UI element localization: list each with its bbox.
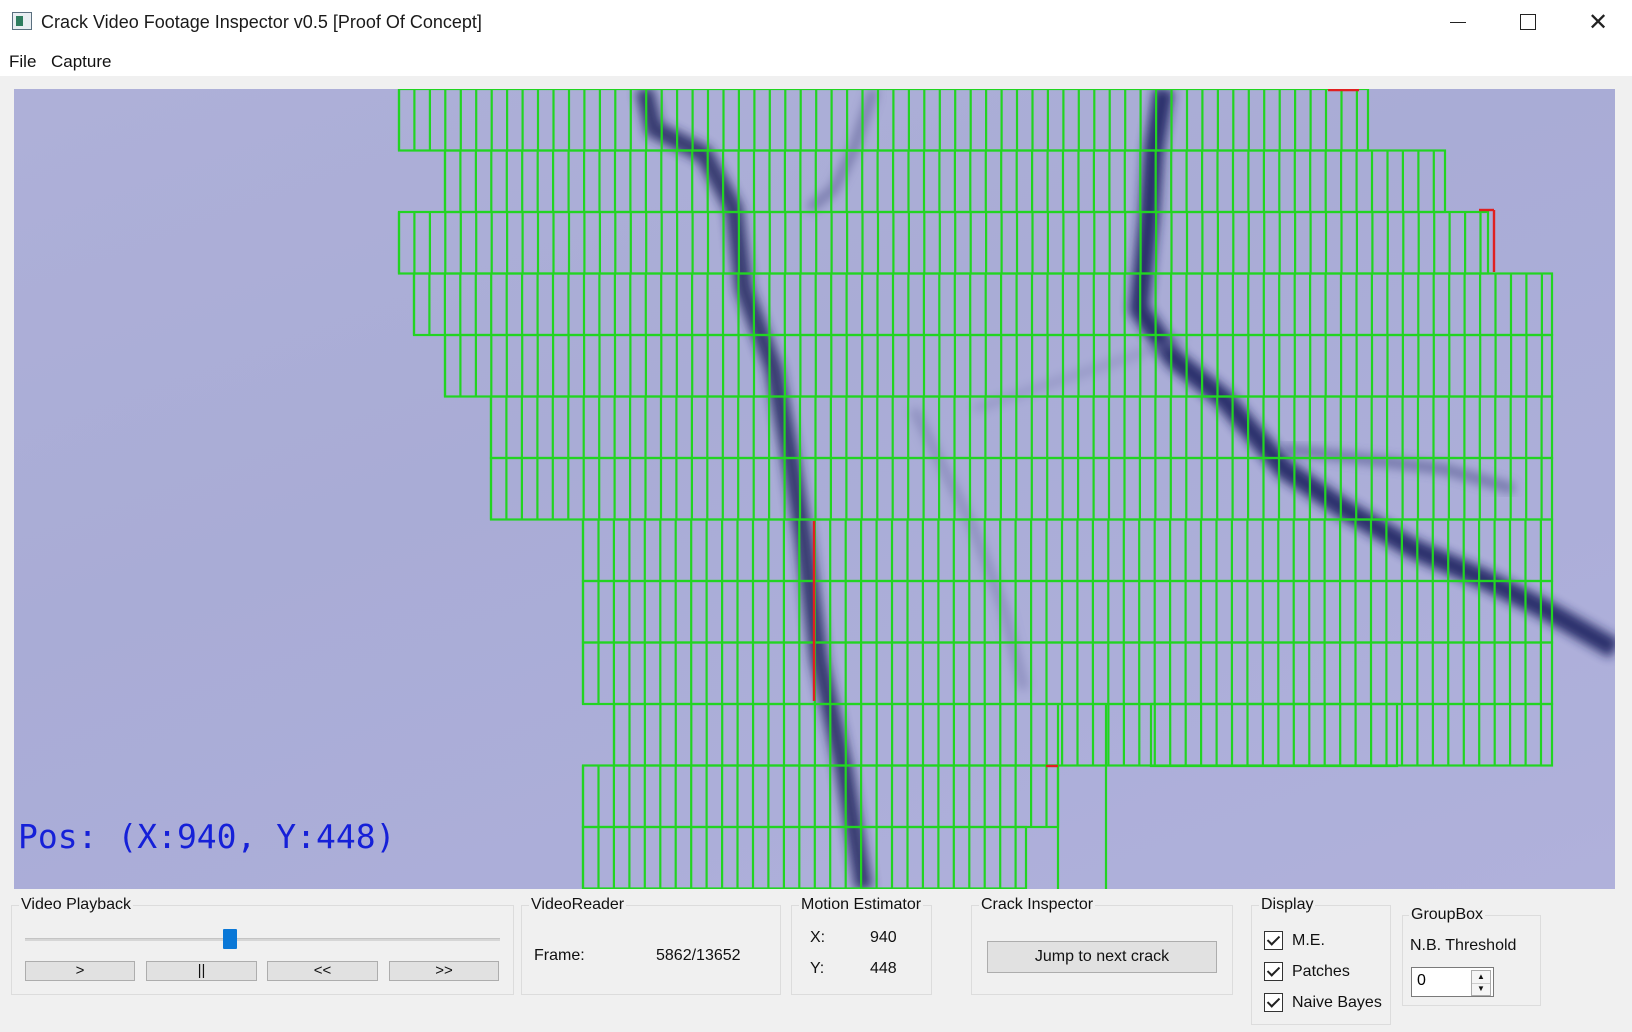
video-overlay [397,89,1615,889]
motion-estimator-title: Motion Estimator [799,896,924,914]
me-checkbox[interactable] [1264,931,1283,950]
y-label: Y: [810,960,825,977]
play-button[interactable]: > [25,961,135,981]
x-label: X: [810,929,826,946]
forward-button[interactable]: >> [389,961,499,981]
threshold-label: N.B. Threshold [1410,937,1517,954]
maximize-button[interactable] [1493,0,1563,44]
menu-file[interactable]: File [9,52,36,72]
me-label: M.E. [1292,932,1325,949]
groupbox-title: GroupBox [1409,906,1486,924]
crack-lines [635,89,1615,889]
title-bar: Crack Video Footage Inspector v0.5 [Proo… [0,0,1632,44]
close-button[interactable]: ✕ [1563,0,1632,44]
position-overlay: Pos: (X:940, Y:448) [18,817,396,856]
patches-checkbox[interactable] [1264,962,1283,981]
menu-capture[interactable]: Capture [51,52,111,72]
motion-estimator-group [791,905,932,995]
minimize-button[interactable] [1423,0,1493,44]
spin-down-icon[interactable]: ▼ [1472,983,1490,995]
window-title: Crack Video Footage Inspector v0.5 [Proo… [41,12,482,32]
spin-buttons: ▲ ▼ [1471,970,1491,996]
patches-label: Patches [1292,963,1350,980]
display-title: Display [1259,896,1316,914]
playback-slider-track[interactable] [25,938,500,941]
rewind-button[interactable]: << [267,961,378,981]
frame-label: Frame: [534,947,585,964]
video-frame[interactable]: Pos: (X:940, Y:448) [14,89,1615,889]
frame-value: 5862/13652 [656,947,741,964]
app-icon [12,12,32,30]
video-playback-title: Video Playback [19,896,133,914]
threshold-spinbox[interactable]: 0 ▲ ▼ [1411,967,1494,997]
naive-bayes-label: Naive Bayes [1292,994,1382,1011]
minimize-icon [1450,21,1466,23]
pause-button[interactable]: || [146,961,257,981]
menu-bar: File Capture [0,44,1632,76]
maximize-icon [1520,14,1536,30]
jump-to-next-crack-button[interactable]: Jump to next crack [987,941,1217,973]
x-value: 940 [870,929,897,946]
playback-slider-handle[interactable] [223,929,238,949]
threshold-value[interactable]: 0 [1417,972,1426,990]
video-playback-group [11,905,514,995]
patch-grid [397,89,1554,889]
y-value: 448 [870,960,897,977]
close-icon: ✕ [1587,8,1609,36]
video-reader-title: VideoReader [529,896,627,914]
crack-inspector-title: Crack Inspector [979,896,1096,914]
naive-bayes-checkbox[interactable] [1264,993,1283,1012]
